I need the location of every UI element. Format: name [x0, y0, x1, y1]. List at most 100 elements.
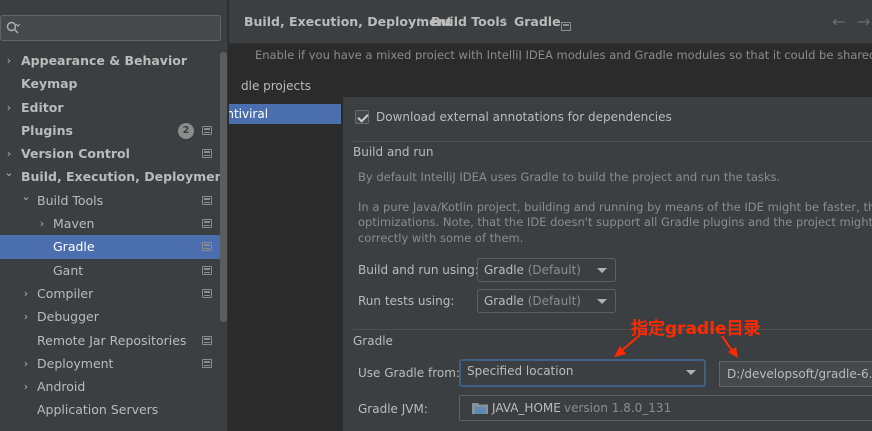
breadcrumb-item[interactable]: Build Tools — [431, 14, 507, 29]
settings-search-box[interactable] — [0, 15, 221, 41]
project-settings-icon — [561, 22, 571, 31]
tree-item-application-servers[interactable]: Application Servers — [0, 398, 227, 421]
tree-item-label: Application Servers — [37, 402, 159, 418]
project-settings-icon — [202, 288, 212, 298]
tree-item-compiler[interactable]: › Compiler — [0, 282, 227, 305]
dropdown-value: Gradle — [484, 294, 524, 308]
build-run-using-dropdown[interactable]: Gradle (Default) — [477, 258, 616, 282]
dropdown-caret-icon — [597, 299, 607, 304]
project-settings-icon — [202, 195, 212, 205]
build-and-run-title: Build and run — [353, 145, 434, 159]
tree-item-android[interactable]: › Android — [0, 375, 227, 398]
tree-item-label: Deployment — [37, 355, 114, 371]
tree-item-label: Maven — [53, 216, 95, 232]
gradle-jvm-label: Gradle JVM: — [358, 402, 428, 416]
chevron-right-icon[interactable]: › — [36, 212, 48, 235]
tree-item-plugins[interactable]: Plugins 2 — [0, 119, 227, 142]
use-gradle-from-dropdown[interactable]: Specified location — [459, 359, 706, 387]
build-run-description-line: correctly with some of them. — [358, 231, 524, 245]
tree-item-keymap[interactable]: Keymap — [0, 72, 227, 95]
dropdown-value: Specified location — [467, 364, 574, 378]
build-run-description: By default IntelliJ IDEA uses Gradle to … — [358, 170, 781, 184]
tree-item-debugger[interactable]: › Debugger — [0, 305, 227, 328]
breadcrumb-separator: › — [502, 13, 508, 28]
chevron-right-icon[interactable]: › — [20, 282, 32, 305]
tree-item-version-control[interactable]: › Version Control — [0, 142, 227, 165]
settings-sidebar: › Appearance & Behavior Keymap › Editor … — [0, 0, 228, 431]
run-tests-using-dropdown[interactable]: Gradle (Default) — [477, 289, 616, 313]
tree-item-label: Plugins — [21, 122, 73, 138]
search-input[interactable] — [25, 18, 215, 38]
tree-item-label: Android — [37, 379, 86, 395]
section-divider — [353, 141, 872, 142]
tree-item-gradle[interactable]: Gradle — [0, 235, 227, 259]
gradle-projects-list: antiviral — [229, 97, 343, 431]
tree-item-label: Version Control — [21, 146, 130, 162]
build-run-using-label: Build and run using: — [358, 263, 479, 277]
tree-item-label: Keymap — [21, 76, 78, 92]
tree-item-deployment[interactable]: › Deployment — [0, 352, 227, 375]
chevron-down-icon[interactable]: ⌄ — [20, 185, 32, 208]
chevron-right-icon[interactable]: › — [20, 375, 32, 398]
download-annotations-label: Download external annotations for depend… — [376, 110, 672, 124]
tree-item-remote-jar-repositories[interactable]: Remote Jar Repositories — [0, 329, 227, 352]
tree-item-label: Compiler — [37, 285, 94, 301]
settings-tree: › Appearance & Behavior Keymap › Editor … — [0, 49, 228, 422]
tree-item-label: Build Tools — [37, 192, 104, 208]
gradle-section-title: Gradle — [353, 334, 393, 348]
gradle-home-path-value: D:/developsoft/gradle-6.1 — [727, 367, 872, 381]
plugins-update-badge: 2 — [178, 122, 194, 139]
download-annotations-checkbox[interactable] — [355, 110, 369, 124]
tree-item-label: Appearance & Behavior — [21, 53, 187, 68]
project-list-item[interactable]: antiviral — [229, 104, 341, 124]
tree-item-editor[interactable]: › Editor — [0, 96, 227, 119]
dropdown-caret-icon — [686, 370, 696, 375]
build-run-description-line: optimizations. Note, that the IDE doesn'… — [358, 215, 872, 229]
sidebar-scrollbar[interactable] — [220, 52, 227, 322]
tree-item-appearance-behavior[interactable]: › Appearance & Behavior — [0, 49, 227, 72]
forward-arrow-icon[interactable]: → — [857, 12, 870, 31]
folder-icon — [472, 403, 488, 414]
settings-content: Build, Execution, Deployment › Build Too… — [229, 0, 872, 431]
chevron-right-icon[interactable]: › — [20, 352, 32, 375]
project-settings-icon — [202, 219, 212, 229]
tree-item-gant[interactable]: Gant — [0, 259, 227, 282]
gradle-home-path-field[interactable]: D:/developsoft/gradle-6.1 — [719, 361, 872, 387]
tree-item-label: Debugger — [37, 309, 99, 325]
project-settings-icon — [202, 335, 212, 345]
gradle-jvm-value: JAVA_HOME — [492, 401, 561, 415]
tree-item-build-execution-deployment[interactable]: ⌄ Build, Execution, Deployment — [0, 165, 228, 188]
project-settings-panel: Download external annotations for depend… — [343, 97, 872, 431]
dropdown-value: Gradle — [484, 263, 524, 277]
tree-item-label: Editor — [21, 99, 64, 115]
use-gradle-from-label: Use Gradle from: — [358, 366, 460, 380]
project-settings-icon — [202, 125, 212, 135]
breadcrumb-item-current: Gradle — [514, 14, 561, 29]
gradle-jvm-version: version 1.8.0_131 — [564, 401, 672, 415]
tree-item-label: Gradle — [53, 239, 95, 255]
gradle-jvm-dropdown[interactable]: JAVA_HOME version 1.8.0_131 — [459, 395, 872, 421]
chevron-down-icon[interactable]: ⌄ — [3, 161, 15, 184]
back-arrow-icon[interactable]: ← — [832, 12, 845, 31]
dropdown-caret-icon — [597, 268, 607, 273]
project-settings-icon — [202, 149, 212, 159]
tree-item-label: Build, Execution, Deployment — [21, 169, 228, 185]
tree-item-label: Gant — [53, 262, 84, 278]
build-run-description-line: In a pure Java/Kotlin project, building … — [358, 200, 872, 214]
annotation-text: 指定gradle目录 — [631, 319, 761, 339]
chevron-right-icon[interactable]: › — [3, 49, 15, 72]
breadcrumb-separator: › — [417, 13, 423, 28]
project-settings-icon — [202, 265, 212, 275]
run-tests-using-label: Run tests using: — [358, 294, 455, 308]
offline-description-truncated: Enable if you have a mixed project with … — [255, 48, 872, 60]
project-settings-icon — [202, 358, 212, 368]
chevron-right-icon[interactable]: › — [3, 96, 15, 119]
gradle-projects-title: dle projects — [241, 79, 312, 93]
section-divider — [353, 329, 872, 330]
tree-item-build-tools[interactable]: ⌄ Build Tools — [0, 189, 227, 212]
breadcrumb: Build, Execution, Deployment › Build Too… — [229, 0, 872, 44]
chevron-right-icon[interactable]: › — [20, 305, 32, 328]
tree-item-label: Remote Jar Repositories — [37, 332, 187, 348]
tree-item-maven[interactable]: › Maven — [0, 212, 227, 235]
dropdown-hint: (Default) — [527, 263, 581, 277]
